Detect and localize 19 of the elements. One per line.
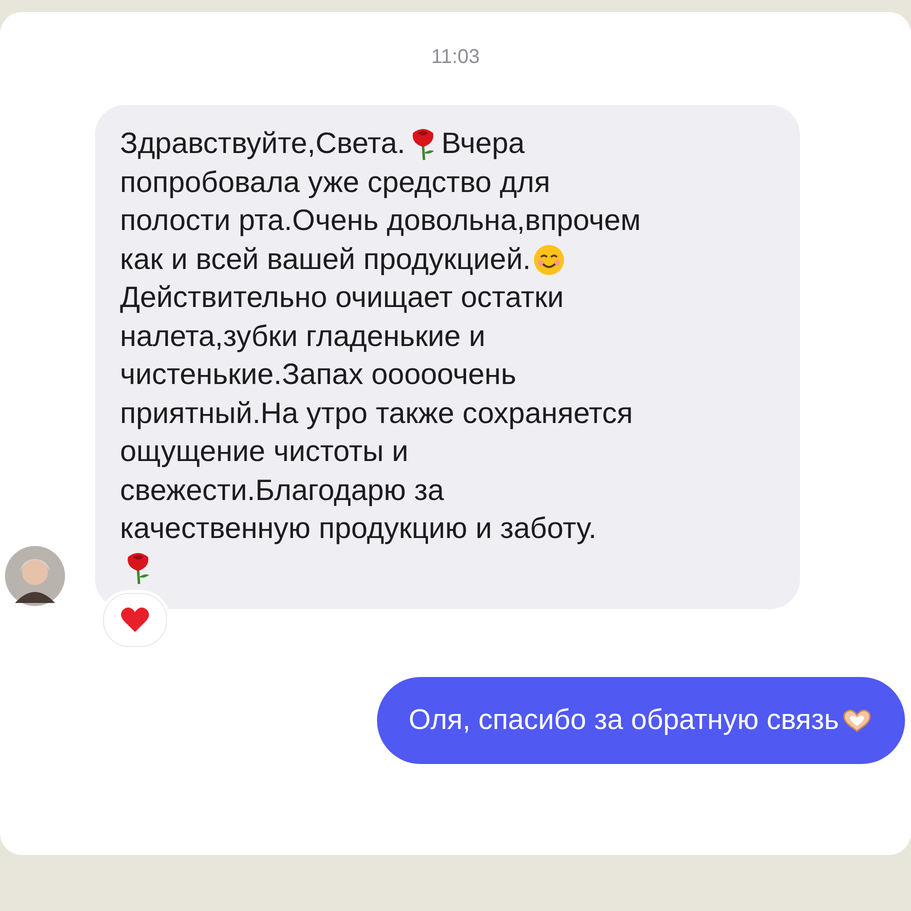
heart-hands-icon [841, 707, 873, 734]
message-text: свежести.Благодарю за [120, 472, 444, 508]
reaction-badge[interactable] [103, 593, 167, 647]
message-text: Здравствуйте,Света. [120, 126, 406, 162]
smiling-face-icon [532, 244, 565, 276]
message-text: ощущение чистоты и [120, 434, 408, 470]
message-text: Оля, спасибо за обратную связь [408, 703, 839, 738]
message-text: качественную продукцию и заботу. [120, 511, 597, 547]
heart-icon [120, 606, 150, 634]
message-text: как и всей вашей продукцией. [120, 242, 531, 278]
message-text: приятный.На утро также сохраняется [120, 396, 633, 432]
message-text: Вчера [441, 126, 525, 162]
timestamp: 11:03 [430, 46, 481, 69]
message-text: полости рта.Очень довольна,впрочем [120, 203, 641, 239]
avatar[interactable] [5, 545, 65, 607]
message-text: чистенькие.Запах ооооочень [120, 357, 516, 393]
message-text: налета,зубки гладенькие и [120, 318, 486, 354]
message-text: Действительно очищает остатки [120, 280, 564, 316]
message-text: попробовала уже средство для [120, 164, 550, 200]
